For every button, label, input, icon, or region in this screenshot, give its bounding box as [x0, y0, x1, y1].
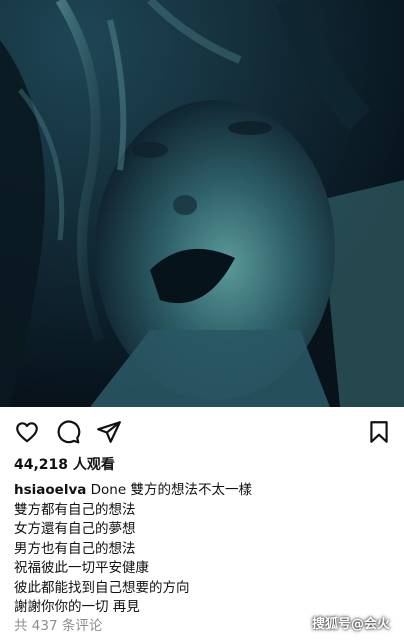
caption-line: 女方還有自己的夢想 [14, 521, 136, 537]
like-button[interactable] [14, 419, 40, 445]
share-button[interactable] [96, 419, 122, 445]
source-watermark: 搜狐号@会火 [311, 617, 390, 632]
post-caption: hsiaoelva Done 雙方的想法不太一樣 雙方都有自己的想法 女方還有自… [14, 481, 394, 618]
caption-line: 男方也有自己的想法 [14, 540, 136, 557]
save-button[interactable] [366, 419, 392, 445]
caption-line: 雙方都有自己的想法 [14, 501, 136, 518]
caption-text: Done 雙方的想法不太一樣 [86, 482, 252, 498]
caption-first-line: hsiaoelva Done 雙方的想法不太一樣 [14, 481, 394, 501]
caption-line: 彼此都能找到自己想要的方向 [14, 579, 190, 596]
post-action-bar [0, 407, 404, 457]
post-username[interactable]: hsiaoelva [14, 482, 86, 498]
caption-line: 祝福彼此一切平安健康 [14, 560, 149, 576]
view-count: 44,218 人观看 [14, 457, 115, 473]
post-photo[interactable] [0, 0, 404, 407]
photo-illustration [0, 0, 404, 407]
comment-button[interactable] [55, 419, 81, 445]
paper-plane-icon [97, 421, 121, 443]
view-comments-link[interactable]: 共 437 条评论 [14, 617, 102, 635]
comment-icon [57, 420, 81, 444]
heart-icon [16, 422, 38, 443]
bookmark-icon [370, 421, 388, 443]
